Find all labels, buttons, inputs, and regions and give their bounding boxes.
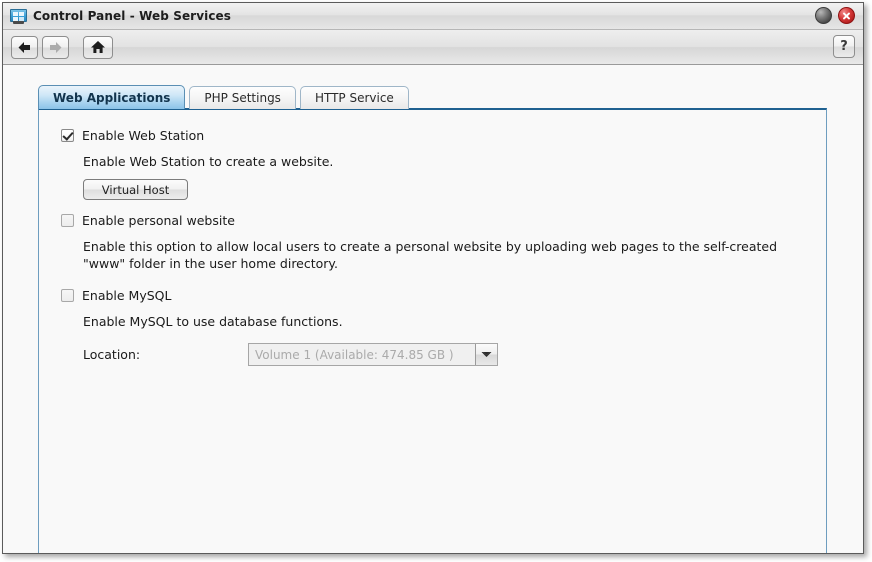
control-panel-window: Control Panel - Web Services ? Web Appli… [2,2,864,554]
tab-strip: Web Applications PHP Settings HTTP Servi… [38,85,413,109]
forward-button[interactable] [42,35,69,59]
home-icon [90,40,106,54]
location-select-value: Volume 1 (Available: 474.85 GB ) [255,347,454,362]
enable-web-station-label: Enable Web Station [82,128,205,143]
tab-php-settings[interactable]: PHP Settings [189,86,296,109]
enable-web-station-checkbox[interactable] [61,129,74,142]
location-select[interactable]: Volume 1 (Available: 474.85 GB ) [248,343,498,366]
help-button[interactable]: ? [833,35,855,58]
enable-personal-website-row[interactable]: Enable personal website [61,213,793,228]
web-station-description: Enable Web Station to create a website. [83,154,334,169]
web-applications-form: Enable Web Station Enable Web Station to… [39,110,793,366]
enable-personal-website-label: Enable personal website [82,213,235,228]
enable-mysql-label: Enable MySQL [82,288,172,303]
enable-web-station-row[interactable]: Enable Web Station [61,128,793,143]
control-panel-icon [10,8,27,24]
back-arrow-icon [17,41,32,54]
title-bar: Control Panel - Web Services [3,3,863,30]
window-controls [815,7,855,24]
virtual-host-button[interactable]: Virtual Host [83,179,188,200]
mysql-location-row: Location: Volume 1 (Available: 474.85 GB… [83,343,793,366]
forward-arrow-icon [48,41,63,54]
minimize-button[interactable] [815,7,832,24]
window-title: Control Panel - Web Services [33,9,232,23]
enable-mysql-row[interactable]: Enable MySQL [61,288,793,303]
location-label: Location: [83,347,141,362]
back-button[interactable] [11,35,38,59]
enable-personal-website-checkbox[interactable] [61,214,74,227]
personal-website-description: Enable this option to allow local users … [83,239,778,271]
close-button[interactable] [838,7,855,24]
tab-http-service[interactable]: HTTP Service [299,86,409,109]
chevron-down-icon[interactable] [475,344,497,365]
navigation-toolbar: ? [3,30,863,65]
content-area: Web Applications PHP Settings HTTP Servi… [3,65,863,553]
tab-panel-web-applications: Enable Web Station Enable Web Station to… [38,108,827,553]
mysql-description: Enable MySQL to use database functions. [83,314,343,329]
tab-web-applications[interactable]: Web Applications [38,85,186,109]
enable-mysql-checkbox[interactable] [61,289,74,302]
home-button[interactable] [83,35,113,59]
